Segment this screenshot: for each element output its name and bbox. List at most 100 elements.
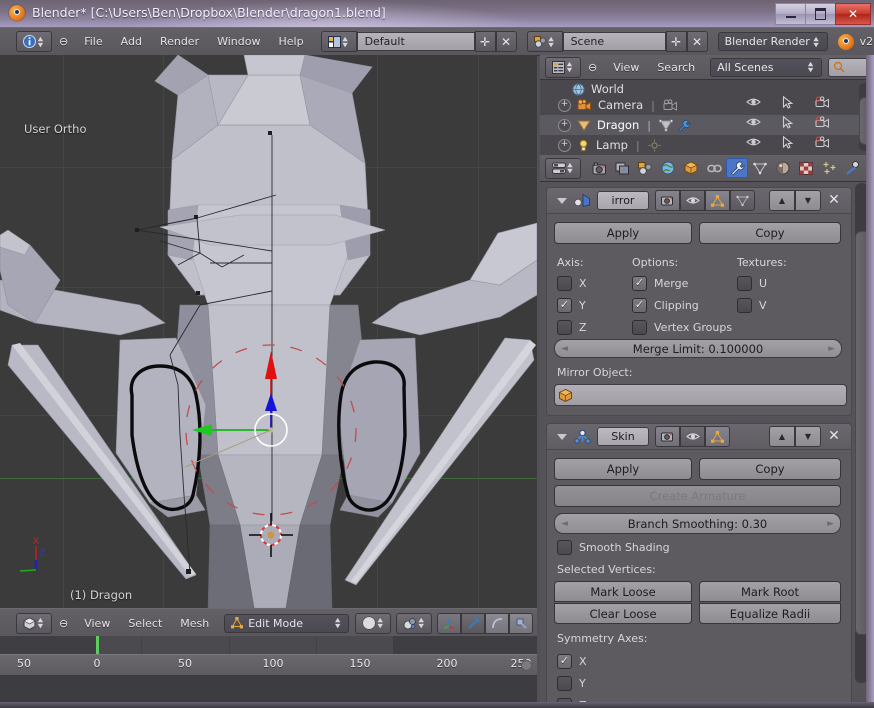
mirror-apply-button[interactable]: Apply [554, 222, 692, 244]
new-screen-button[interactable]: ✛ [474, 31, 496, 52]
menu-window[interactable]: Window [208, 35, 269, 48]
properties-tab-modifiers[interactable] [726, 158, 748, 178]
branch-smoothing-slider[interactable]: ◄ Branch Smoothing: 0.30 ► [554, 513, 841, 534]
eye-visibility-icon[interactable] [746, 136, 761, 148]
scale-manipulator-button[interactable] [485, 612, 510, 634]
merge-limit-slider[interactable]: ◄ Merge Limit: 0.100000 ► [554, 339, 842, 358]
create-armature-button[interactable]: Create Armature [554, 485, 841, 507]
decrement-icon[interactable]: ◄ [561, 344, 568, 354]
decrement-icon[interactable]: ◄ [561, 519, 568, 529]
smooth-shading-checkbox[interactable]: ✓ [557, 540, 572, 555]
skin-move-up-button[interactable]: ▲ [769, 426, 795, 447]
ruler-handle[interactable] [521, 660, 532, 671]
menu-render[interactable]: Render [151, 35, 208, 48]
mirror-axis-y-row[interactable]: ✓ Y [557, 298, 586, 313]
camera-renderability-icon[interactable] [815, 96, 830, 109]
view3d-menu-view[interactable]: View [75, 617, 119, 630]
properties-tab-physics[interactable] [841, 158, 863, 178]
mirror-axis-y-checkbox[interactable]: ✓ [557, 298, 572, 313]
mirror-copy-button[interactable]: Copy [699, 222, 841, 244]
mirror-texture-v-checkbox[interactable]: ✓ [737, 298, 752, 313]
timeline-track[interactable] [0, 636, 537, 654]
symmetry-axis-y-checkbox[interactable]: ✓ [557, 676, 572, 691]
render-engine-dropdown[interactable]: Blender Render ▲ ▼ [717, 32, 828, 51]
maximize-button[interactable] [805, 3, 835, 25]
panel-collapse-triangle-icon[interactable] [557, 197, 567, 204]
mirror-merge-checkbox[interactable]: ✓ [632, 276, 647, 291]
view3d-collapse-icon[interactable]: ⊖ [52, 617, 75, 630]
mirror-axis-z-row[interactable]: ✓ Z [557, 320, 587, 335]
mirror-texture-u-checkbox[interactable]: ✓ [737, 276, 752, 291]
clear-loose-button[interactable]: Clear Loose [554, 603, 692, 624]
editor-type-selector[interactable]: ▲ ▼ [16, 31, 52, 52]
eye-visibility-icon[interactable] [746, 96, 761, 108]
properties-tab-render[interactable] [588, 158, 610, 178]
camera-renderability-icon[interactable] [815, 136, 830, 149]
symmetry-axis-x-row[interactable]: ✓ X [557, 654, 587, 669]
mirror-cage-toggle[interactable] [730, 190, 755, 211]
properties-tab-object[interactable] [680, 158, 702, 178]
close-button[interactable]: ✕ [835, 3, 871, 25]
camera-renderability-icon[interactable] [815, 116, 830, 129]
delete-scene-button[interactable]: ✕ [686, 31, 708, 52]
mirror-option-clipping-row[interactable]: ✓ Clipping [632, 298, 699, 313]
delete-screen-button[interactable]: ✕ [495, 31, 517, 52]
skin-apply-button[interactable]: Apply [554, 458, 692, 480]
mirror-editmode-toggle[interactable] [705, 190, 730, 211]
view3d-menu-select[interactable]: Select [119, 617, 171, 630]
equalize-radii-button[interactable]: Equalize Radii [699, 603, 841, 624]
mirror-viewport-toggle[interactable] [680, 190, 705, 211]
mirror-delete-button[interactable]: ✕ [821, 190, 847, 209]
outliner-editor-type-selector[interactable]: ▲ ▼ [545, 56, 581, 78]
panel-collapse-triangle-icon[interactable] [557, 433, 567, 440]
mark-loose-button[interactable]: Mark Loose [554, 581, 692, 602]
menu-add[interactable]: Add [112, 35, 151, 48]
mirror-move-down-button[interactable]: ▼ [795, 190, 821, 211]
mirror-texture-v-row[interactable]: ✓ V [737, 298, 767, 313]
properties-tab-scene[interactable] [634, 158, 656, 178]
eye-visibility-icon[interactable] [746, 116, 761, 128]
snap-button[interactable] [509, 612, 534, 634]
timeline-ruler[interactable]: 50 0 50 100 150 200 250 [0, 654, 537, 676]
mirror-axis-x-checkbox[interactable]: ✓ [557, 276, 572, 291]
skin-viewport-toggle[interactable] [680, 426, 705, 447]
properties-tab-constraints[interactable] [703, 158, 725, 178]
increment-icon[interactable]: ► [828, 344, 835, 354]
interaction-mode-dropdown[interactable]: Edit Mode ▲ ▼ [224, 613, 350, 633]
screen-layout-selector[interactable]: ▲ ▼ [320, 31, 357, 52]
expand-icon[interactable]: + [558, 138, 571, 152]
view3d-editor-type-selector[interactable]: ▲ ▼ [16, 612, 52, 634]
properties-tab-world[interactable] [657, 158, 679, 178]
expand-icon[interactable]: + [558, 118, 571, 132]
collapse-menu-icon[interactable]: ⊖ [52, 35, 75, 48]
properties-tab-render-layers[interactable] [611, 158, 633, 178]
mark-root-button[interactable]: Mark Root [699, 581, 841, 602]
menu-file[interactable]: File [75, 35, 111, 48]
outliner-collapse-icon[interactable]: ⊖ [581, 61, 604, 74]
mirror-modifier-name-field[interactable]: irror [597, 191, 649, 210]
smooth-shading-row[interactable]: ✓ Smooth Shading [557, 540, 670, 555]
scene-name-field[interactable]: Scene [562, 32, 666, 51]
increment-icon[interactable]: ► [827, 519, 834, 529]
timeline-editor[interactable]: 50 0 50 100 150 200 250 ▲▼ ⊖ View [0, 636, 537, 708]
rotate-manipulator-button[interactable] [461, 612, 486, 634]
minimize-button[interactable] [775, 3, 805, 25]
mirror-move-up-button[interactable]: ▲ [769, 190, 795, 211]
properties-editor[interactable]: ▲ ▼ irror ▲ ▼ ✕ Apply Copy Axis: Options… [540, 155, 874, 708]
skin-move-down-button[interactable]: ▼ [795, 426, 821, 447]
pivot-point-selector[interactable]: ▲ ▼ [396, 612, 433, 634]
menu-help[interactable]: Help [269, 35, 312, 48]
outliner-menu-view[interactable]: View [604, 61, 648, 74]
properties-editor-type-selector[interactable]: ▲ ▼ [545, 157, 581, 179]
expand-icon[interactable]: + [558, 98, 571, 112]
mirror-option-merge-row[interactable]: ✓ Merge [632, 276, 688, 291]
timeline-playhead[interactable] [96, 636, 99, 654]
outliner-display-mode-dropdown[interactable]: All Scenes ▲ ▼ [710, 57, 823, 77]
properties-tab-data[interactable] [749, 158, 771, 178]
outliner-editor[interactable]: ▲ ▼ ⊖ View Search All Scenes ▲ ▼ World +… [540, 55, 874, 155]
viewport-3d[interactable]: User Ortho (1) Dragon X Z [0, 55, 537, 608]
skin-render-toggle[interactable] [655, 426, 680, 447]
view3d-menu-mesh[interactable]: Mesh [171, 617, 218, 630]
viewport-shading-selector[interactable]: ▲ ▼ [355, 612, 392, 634]
properties-tab-material[interactable] [772, 158, 794, 178]
